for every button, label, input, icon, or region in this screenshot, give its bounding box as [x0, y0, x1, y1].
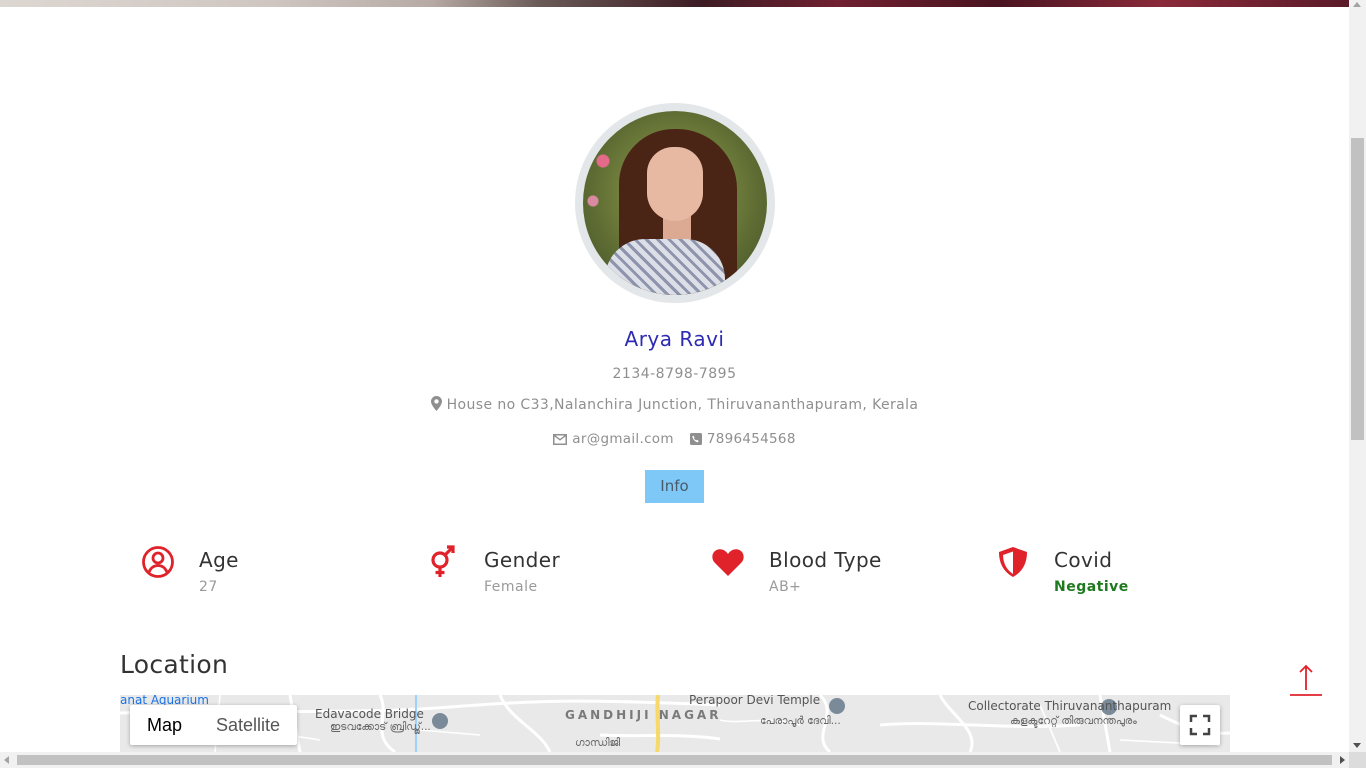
stat-gender: Gender Female [426, 545, 686, 605]
phone-icon [689, 433, 702, 445]
stat-covid: Covid Negative [996, 545, 1256, 605]
scroll-left-arrow-icon[interactable] [4, 756, 9, 764]
horizontal-scrollbar[interactable] [0, 752, 1349, 768]
vertical-scroll-thumb[interactable] [1351, 138, 1364, 440]
map-type-control: Map Satellite [130, 705, 298, 745]
avatar [575, 103, 775, 303]
gender-icon [431, 545, 455, 577]
user-circle-icon [142, 546, 174, 578]
stat-label: Gender [484, 548, 561, 572]
map-fullscreen-button[interactable] [1180, 705, 1220, 745]
map-place-collectorate-ml: കളക്ടറേറ്റ് തിരുവനന്തപുരം [1010, 715, 1137, 727]
stat-value: AB+ [769, 579, 802, 595]
envelope-icon [553, 434, 568, 445]
profile-address: House no C33,Nalanchira Junction, Thiruv… [0, 396, 1349, 413]
stat-label: Blood Type [769, 548, 882, 572]
stat-age: Age 27 [141, 545, 401, 605]
profile-contact: ar@gmail.com 7896454568 [0, 431, 1349, 447]
map-area-gandhiji-nagar: GANDHIJI NAGAR [565, 708, 722, 722]
map-type-map-button[interactable]: Map [130, 705, 199, 745]
vertical-scrollbar[interactable] [1349, 0, 1366, 752]
scroll-down-arrow-icon[interactable] [1353, 743, 1361, 748]
location-map[interactable]: anat Aquarium Edavacode Bridge ഇടവക്കോട്… [120, 695, 1230, 752]
stat-value: 27 [199, 579, 218, 595]
covid-status-value: Negative [1054, 579, 1129, 595]
heart-icon [712, 549, 744, 576]
map-type-satellite-button[interactable]: Satellite [199, 705, 297, 745]
shield-icon [999, 547, 1027, 577]
map-area-ml: ഗാന്ധിജി [575, 737, 621, 749]
horizontal-scroll-thumb[interactable] [17, 755, 1332, 765]
map-place-temple-ml: പേരാപൂർ ദേവി... [760, 715, 841, 727]
map-place-temple: Perapoor Devi Temple [689, 695, 821, 707]
profile-photo [583, 111, 767, 295]
hero-banner-strip [0, 0, 1349, 7]
profile-id-number: 2134-8798-7895 [612, 366, 737, 382]
stat-blood-type: Blood Type AB+ [711, 545, 971, 605]
map-place-bridge: Edavacode Bridge [315, 707, 424, 721]
location-heading: Location [120, 650, 229, 679]
map-place-bridge-ml: ഇടവക്കോട് ബ്രിഡ്ജ്... [330, 721, 431, 733]
scroll-up-arrow-icon[interactable] [1353, 2, 1361, 7]
phone-link[interactable]: 7896454568 [707, 431, 796, 447]
stat-label: Age [199, 548, 239, 572]
map-marker-icon [430, 396, 442, 411]
email-link[interactable]: ar@gmail.com [572, 431, 674, 447]
scrollbar-corner [1349, 752, 1366, 768]
address-text: House no C33,Nalanchira Junction, Thiruv… [446, 397, 919, 413]
map-place-collectorate: Collectorate Thiruvananthapuram [968, 699, 1172, 713]
scroll-right-arrow-icon[interactable] [1340, 756, 1345, 764]
stat-label: Covid [1054, 548, 1113, 572]
stat-value: Female [484, 579, 538, 595]
profile-name: Arya Ravi [624, 327, 725, 351]
fullscreen-icon [1189, 714, 1211, 736]
scroll-to-top-button[interactable] [1289, 663, 1323, 697]
info-button[interactable]: Info [645, 470, 704, 503]
